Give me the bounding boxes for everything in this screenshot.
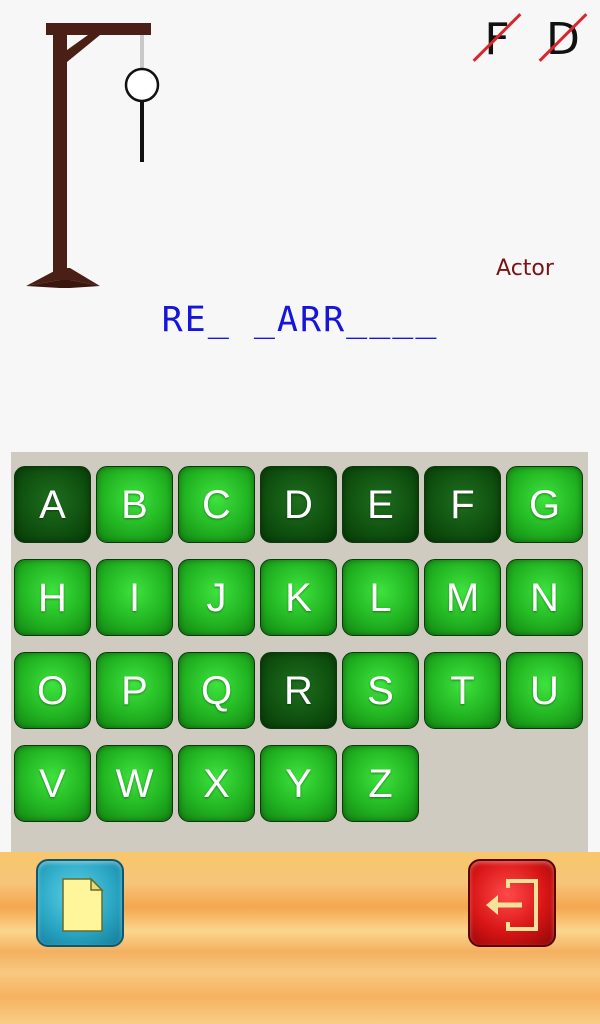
key-c[interactable]: C	[178, 466, 255, 543]
category-label: Actor	[496, 256, 554, 281]
key-e[interactable]: E	[342, 466, 419, 543]
key-f[interactable]: F	[424, 466, 501, 543]
key-y[interactable]: Y	[260, 745, 337, 822]
key-t[interactable]: T	[424, 652, 501, 729]
key-g[interactable]: G	[506, 466, 583, 543]
new-game-button[interactable]	[36, 859, 124, 947]
key-o[interactable]: O	[14, 652, 91, 729]
exit-icon	[486, 879, 538, 931]
wrong-guess-letter: F	[470, 13, 524, 66]
key-v[interactable]: V	[14, 745, 91, 822]
key-i[interactable]: I	[96, 559, 173, 636]
gallows-icon	[26, 23, 160, 288]
key-k[interactable]: K	[260, 559, 337, 636]
key-a[interactable]: A	[14, 466, 91, 543]
word-display: RE_ _ARR____	[161, 300, 439, 340]
key-x[interactable]: X	[178, 745, 255, 822]
wrong-guess-letter: D	[536, 13, 590, 66]
key-u[interactable]: U	[506, 652, 583, 729]
key-p[interactable]: P	[96, 652, 173, 729]
key-l[interactable]: L	[342, 559, 419, 636]
key-n[interactable]: N	[506, 559, 583, 636]
key-m[interactable]: M	[424, 559, 501, 636]
key-d[interactable]: D	[260, 466, 337, 543]
document-icon	[62, 877, 104, 932]
key-q[interactable]: Q	[178, 652, 255, 729]
key-r[interactable]: R	[260, 652, 337, 729]
key-j[interactable]: J	[178, 559, 255, 636]
key-h[interactable]: H	[14, 559, 91, 636]
exit-button[interactable]	[468, 859, 556, 947]
key-s[interactable]: S	[342, 652, 419, 729]
key-w[interactable]: W	[96, 745, 173, 822]
key-z[interactable]: Z	[342, 745, 419, 822]
game-area: F D Actor RE_ _ARR____	[0, 0, 600, 452]
key-b[interactable]: B	[96, 466, 173, 543]
